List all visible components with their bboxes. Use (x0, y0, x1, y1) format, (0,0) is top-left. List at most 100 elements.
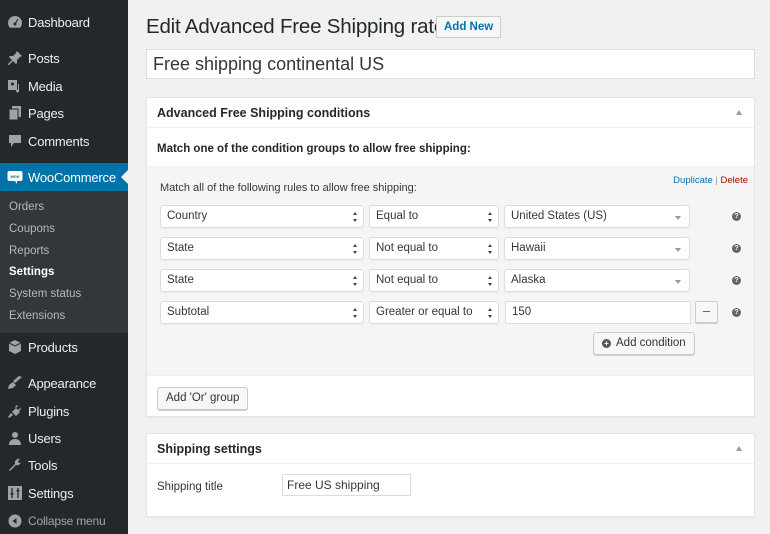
select-arrows-icon (488, 308, 493, 318)
value-text: Hawaii (511, 242, 546, 254)
operator-select[interactable]: Greater or equal to (369, 301, 499, 324)
rate-title-input[interactable]: Free shipping continental US (146, 49, 755, 79)
condition-select[interactable]: Country (160, 205, 364, 228)
plug-icon (5, 401, 25, 421)
menu-item-dashboard[interactable]: Dashboard (0, 8, 128, 36)
remove-condition-button[interactable]: – (695, 301, 718, 323)
submenu-orders[interactable]: Orders (9, 201, 44, 213)
chevron-down-icon (675, 216, 681, 220)
match-one-text: Match one of the condition groups to all… (157, 143, 471, 155)
shipping-title-input[interactable]: Free US shipping (282, 474, 411, 496)
help-icon[interactable]: ? (732, 276, 741, 285)
condition-value: Subtotal (167, 306, 210, 318)
shipping-title-label: Shipping title (157, 481, 223, 493)
value-select[interactable]: Alaska (504, 269, 690, 292)
menu-label: Comments (28, 133, 90, 149)
condition-select[interactable]: State (160, 269, 364, 292)
user-icon (5, 428, 25, 448)
menu-label: Dashboard (28, 14, 90, 30)
value-text: United States (US) (511, 210, 607, 222)
help-icon[interactable]: ? (732, 212, 741, 221)
select-arrows-icon (353, 212, 358, 222)
value-select[interactable]: United States (US) (504, 205, 690, 228)
menu-item-comments[interactable]: Comments (0, 127, 128, 155)
submenu-settings[interactable]: Settings (9, 266, 54, 278)
shipping-settings-postbox: Shipping settings Shipping title Free US… (146, 433, 755, 517)
condition-value: Country (167, 210, 208, 222)
pages-icon (5, 103, 25, 123)
operator-value: Greater or equal to (376, 306, 473, 318)
chevron-down-icon (675, 280, 681, 284)
select-arrows-icon (353, 276, 358, 286)
page-title: Edit Advanced Free Shipping rate (146, 15, 446, 38)
conditions-title: Advanced Free Shipping conditions (157, 105, 371, 120)
condition-select[interactable]: State (160, 237, 364, 260)
menu-item-products[interactable]: Products (0, 333, 128, 361)
collapse-icon (5, 511, 25, 531)
operator-value: Not equal to (376, 274, 439, 286)
submenu-extensions[interactable]: Extensions (9, 310, 65, 322)
menu-item-plugins[interactable]: Plugins (0, 397, 128, 425)
separator: | (715, 175, 718, 186)
operator-select[interactable]: Not equal to (369, 237, 499, 260)
shipping-settings-title: Shipping settings (157, 441, 262, 456)
condition-select[interactable]: Subtotal (160, 301, 364, 324)
help-icon[interactable]: ? (732, 308, 741, 317)
operator-select[interactable]: Not equal to (369, 269, 499, 292)
menu-label: Users (28, 430, 61, 446)
menu-label: Pages (28, 105, 64, 121)
menu-item-posts[interactable]: Posts (0, 44, 128, 72)
delete-group-link[interactable]: Delete (721, 175, 748, 186)
collapse-menu-button[interactable]: Collapse menu (0, 507, 128, 534)
operator-value: Not equal to (376, 242, 439, 254)
add-new-button[interactable]: Add New (436, 16, 502, 38)
menu-item-users[interactable]: Users (0, 424, 128, 452)
select-arrows-icon (488, 212, 493, 222)
woo-icon: woo (5, 167, 25, 187)
menu-label: Products (28, 339, 78, 355)
condition-value: State (167, 242, 194, 254)
subtotal-value-input[interactable]: 150 (505, 301, 691, 324)
conditions-postbox: Advanced Free Shipping conditions Match … (146, 97, 755, 417)
plus-circle-icon: + (602, 339, 611, 348)
admin-sidebar: Dashboard Posts Media Pages Comments woo… (0, 0, 128, 534)
submenu-coupons[interactable]: Coupons (9, 223, 55, 235)
add-or-group-button[interactable]: Add 'Or' group (157, 387, 249, 410)
box-icon (5, 337, 25, 357)
add-condition-button[interactable]: + Add condition (593, 332, 695, 355)
brush-icon (5, 373, 25, 393)
menu-item-settings[interactable]: Settings (0, 479, 128, 507)
collapse-toggle-icon[interactable] (736, 110, 742, 115)
help-icon[interactable]: ? (732, 244, 741, 253)
svg-text:woo: woo (10, 174, 20, 179)
wrench-icon (5, 455, 25, 475)
select-arrows-icon (488, 276, 493, 286)
chevron-down-icon (675, 248, 681, 252)
operator-select[interactable]: Equal to (369, 205, 499, 228)
media-icon (5, 76, 25, 96)
menu-item-appearance[interactable]: Appearance (0, 369, 128, 397)
collapse-toggle-icon[interactable] (736, 446, 742, 451)
menu-item-media[interactable]: Media (0, 72, 128, 100)
value-select[interactable]: Hawaii (504, 237, 690, 260)
menu-label: Settings (28, 485, 74, 501)
menu-item-woocommerce[interactable]: woo WooCommerce (0, 163, 128, 191)
conditions-header[interactable]: Advanced Free Shipping conditions (147, 98, 754, 128)
collapse-label: Collapse menu (28, 514, 106, 528)
submenu-system-status[interactable]: System status (9, 288, 81, 300)
select-arrows-icon (353, 244, 358, 254)
pin-icon (5, 48, 25, 68)
duplicate-group-link[interactable]: Duplicate (673, 175, 713, 186)
group-label: Match all of the following rules to allo… (160, 182, 417, 194)
select-arrows-icon (488, 244, 493, 254)
sliders-icon (5, 483, 25, 503)
value-text: Alaska (511, 274, 546, 286)
submenu-reports[interactable]: Reports (9, 245, 49, 257)
menu-label: Plugins (28, 403, 70, 419)
group-actions: Duplicate | Delete (673, 175, 748, 186)
condition-group: Match all of the following rules to allo… (147, 166, 754, 376)
menu-item-tools[interactable]: Tools (0, 451, 128, 479)
menu-item-pages[interactable]: Pages (0, 99, 128, 127)
menu-label: Appearance (28, 375, 97, 391)
shipping-settings-header[interactable]: Shipping settings (147, 434, 754, 464)
